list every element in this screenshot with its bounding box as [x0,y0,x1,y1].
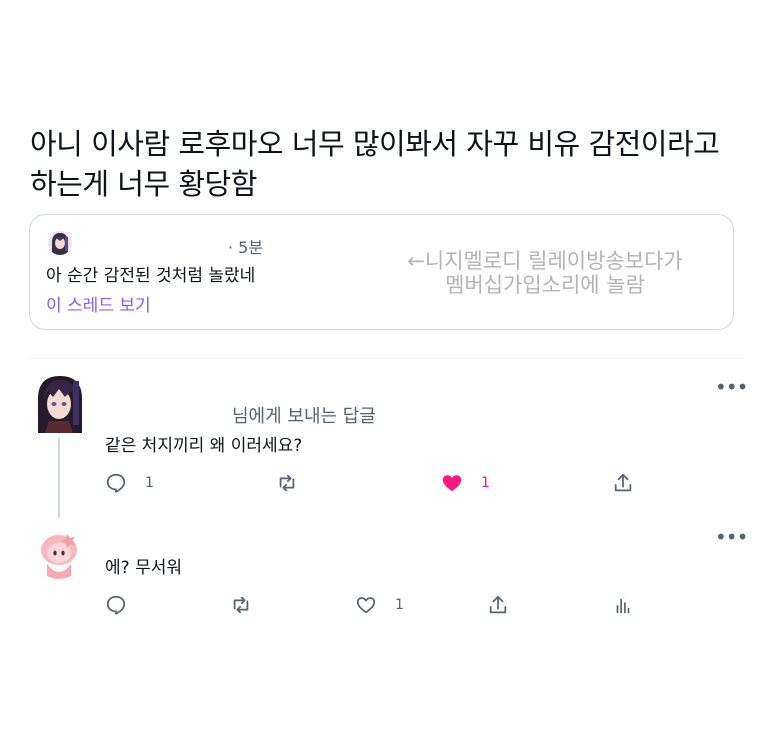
quoted-time: · 5분 [228,238,264,257]
reply1-like-button[interactable]: 1 [441,472,490,494]
avatar-image [41,534,77,579]
thread-line [58,438,60,518]
reply1-avatar[interactable] [35,375,85,433]
analytics-icon [616,598,630,614]
like-count: 1 [395,597,404,613]
quoted-text: 아 순간 감전된 것처럼 놀랐네 [46,266,256,286]
reply2-retweet-button[interactable] [230,594,252,616]
share-icon [614,473,632,492]
reply-icon [106,473,126,493]
reply1-text: 같은 처지끼리 왜 이러세요? [105,436,303,456]
reply1-share-button[interactable] [612,472,634,494]
reply2-more-icon[interactable]: ••• [715,527,748,547]
reply-icon [106,595,126,615]
reply1-more-icon[interactable]: ••• [715,377,748,397]
quoted-tweet-card[interactable]: · 5분 아 순간 감전된 것처럼 놀랐네 이 스레드 보기 ←니지멜로디 릴레… [29,214,734,330]
reply2-like-button[interactable]: 1 [355,594,404,616]
tweet-text: 아니 이사람 로후마오 너무 많이봐서 자꾸 비유 감전이라고 하는게 너무 황… [30,127,720,201]
heart-outline-icon [356,597,376,614]
reply-to-label: 님에게 보내는 답글 [232,406,376,427]
annotation-text: ←니지멜로디 릴레이방송보다가 멤버십가입소리에 놀람 [380,249,710,297]
annotation-line-2: 멤버십가입소리에 놀람 [445,273,645,297]
avatar-image [48,231,72,255]
reply-count: 1 [145,475,154,491]
reply2-share-button[interactable] [487,594,509,616]
share-icon [489,595,507,614]
reply2-reply-button[interactable] [105,594,127,616]
show-thread-link[interactable]: 이 스레드 보기 [46,291,151,316]
avatar-image [38,376,82,433]
heart-filled-icon [442,475,462,492]
reply2-text: 에? 무서워 [105,558,182,578]
retweet-icon [233,596,249,614]
divider [29,358,745,359]
reply2-avatar[interactable] [37,530,81,580]
reply2-analytics-button[interactable] [612,594,634,616]
quoted-author-avatar[interactable] [48,231,72,255]
reply1-reply-button[interactable]: 1 [105,472,154,494]
annotation-line-1: ←니지멜로디 릴레이방송보다가 [407,249,683,273]
like-count: 1 [481,475,490,491]
reply1-retweet-button[interactable] [276,472,298,494]
retweet-icon [279,474,295,492]
